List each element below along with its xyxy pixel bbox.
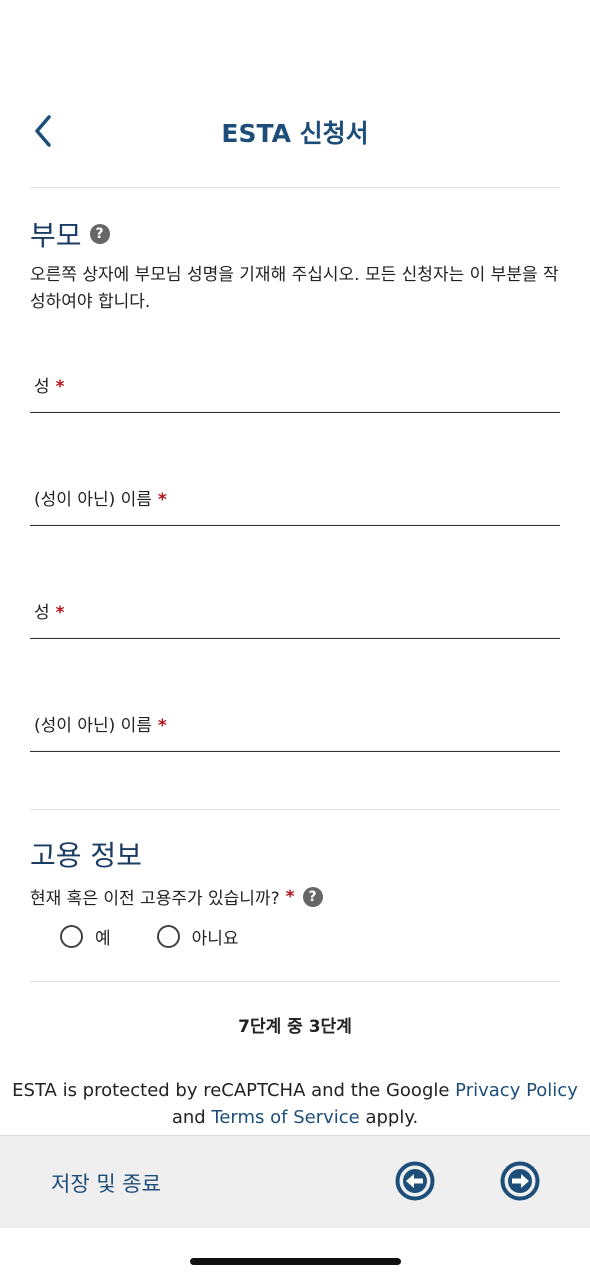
footer-bar: 저장 및 종료 (0, 1135, 590, 1228)
arrow-left-circle-icon (395, 1161, 435, 1201)
app-header: ESTA 신청서 (0, 96, 590, 166)
mother-surname-field[interactable]: 성 * (30, 584, 560, 639)
radio-circle-icon (60, 925, 83, 948)
header-divider (30, 187, 560, 188)
question-text: 현재 혹은 이전 고용주가 있습니까? (30, 889, 280, 909)
father-given-name-field[interactable]: (성이 아닌) 이름 * (30, 471, 560, 526)
parents-section-title: 부모 ? (30, 214, 110, 254)
previous-button[interactable] (395, 1161, 435, 1201)
field-label: (성이 아닌) 이름 * (34, 716, 167, 736)
employment-section-title: 고용 정보 (30, 834, 142, 874)
privacy-policy-link[interactable]: Privacy Policy (455, 1080, 578, 1101)
step-indicator: 7단계 중 3단계 (238, 1017, 352, 1037)
help-icon[interactable]: ? (89, 224, 110, 244)
page-title: ESTA 신청서 (221, 119, 369, 148)
field-label: 성 * (34, 603, 65, 623)
terms-of-service-link[interactable]: Terms of Service (211, 1107, 359, 1128)
employer-question: 현재 혹은 이전 고용주가 있습니까? * ? (30, 884, 323, 909)
parents-description: 오른쪽 상자에 부모님 성명을 기재해 주십시오. 모든 신청자는 이 부분을 … (30, 265, 559, 312)
field-label: 성 * (34, 377, 65, 397)
save-exit-button[interactable]: 저장 및 종료 (51, 1168, 161, 1198)
father-surname-field[interactable]: 성 * (30, 358, 560, 413)
mother-given-name-field[interactable]: (성이 아닌) 이름 * (30, 697, 560, 752)
arrow-right-circle-icon (500, 1161, 540, 1201)
radio-circle-icon (156, 925, 180, 948)
employment-title-text: 고용 정보 (30, 839, 142, 872)
required-mark: * (285, 886, 295, 907)
radio-yes[interactable]: 예 (60, 924, 111, 949)
recaptcha-notice: ESTA is protected by reCAPTCHA and the G… (12, 1080, 578, 1128)
next-button[interactable] (500, 1161, 540, 1201)
radio-no[interactable]: 아니요 (156, 924, 239, 949)
employer-radio-group: 예 아니요 (60, 924, 285, 949)
help-icon[interactable]: ? (302, 886, 323, 907)
field-label: (성이 아닌) 이름 * (34, 490, 167, 510)
home-indicator (190, 1258, 401, 1265)
section-divider (30, 981, 560, 982)
parents-title-text: 부모 (30, 219, 82, 252)
section-divider (30, 809, 560, 810)
